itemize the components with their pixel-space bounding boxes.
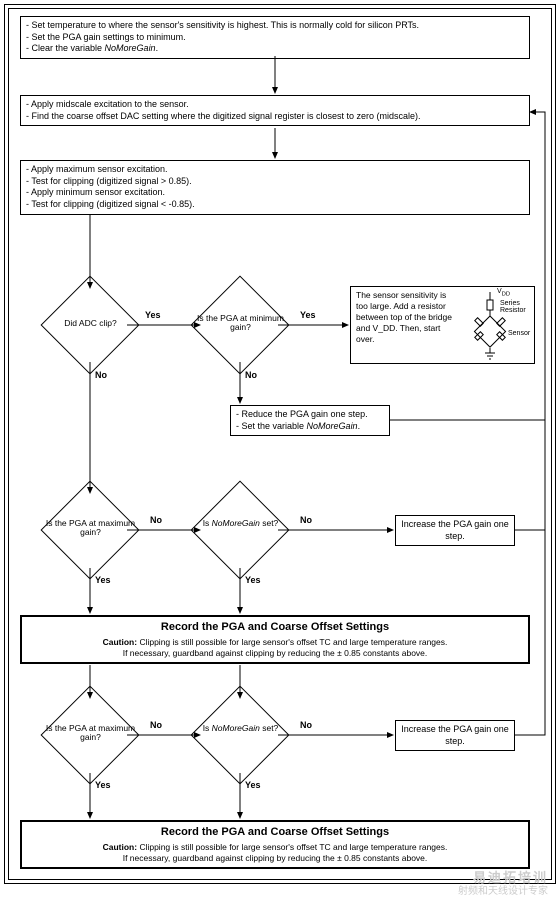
t: Is the PGA at minimum gain?: [193, 314, 288, 333]
vdd-label: VDD: [497, 288, 510, 297]
sensitivity-box: The sensor sensitivity is too large. Add…: [350, 286, 535, 364]
increase-gain-box: Increase the PGA gain one step.: [395, 515, 515, 546]
no: No: [150, 515, 162, 525]
t: - Test for clipping (digitized signal > …: [26, 176, 524, 188]
t: - Set the PGA gain settings to minimum.: [26, 32, 524, 44]
t: The sensor sensitivity is too large. Add…: [356, 290, 456, 345]
t: Is the PGA at maximum gain?: [43, 519, 138, 538]
t: 射频和天线设计专家: [458, 886, 548, 898]
init-box: - Set temperature to where the sensor's …: [20, 16, 530, 59]
record-box-2: Record the PGA and Coarse Offset Setting…: [20, 820, 530, 869]
no: No: [95, 370, 107, 380]
watermark: 易迪拓培训 射频和天线设计专家: [458, 870, 548, 898]
t: Is the PGA at maximum gain?: [43, 724, 138, 743]
t: Is NoMoreGain set?: [193, 519, 288, 528]
yes: Yes: [145, 310, 161, 320]
sensor-label: Sensor: [508, 330, 530, 337]
t: - Clear the variable NoMoreGain.: [26, 43, 524, 55]
no: No: [300, 720, 312, 730]
t: Is NoMoreGain set?: [193, 724, 288, 733]
t: - Set the variable NoMoreGain.: [236, 421, 384, 433]
t: - Apply maximum sensor excitation.: [26, 164, 524, 176]
t: - Test for clipping (digitized signal < …: [26, 199, 524, 211]
t: Caution: Clipping is still possible for …: [27, 842, 523, 853]
no: No: [300, 515, 312, 525]
t: If necessary, guardband against clipping…: [27, 853, 523, 864]
t: Did ADC clip?: [43, 319, 138, 328]
t: - Reduce the PGA gain one step.: [236, 409, 384, 421]
series-label: Series Resistor: [500, 300, 530, 314]
t: - Apply minimum sensor excitation.: [26, 187, 524, 199]
clip-test-box: - Apply maximum sensor excitation. - Tes…: [20, 160, 530, 215]
record-box-1: Record the PGA and Coarse Offset Setting…: [20, 615, 530, 664]
t: - Apply midscale excitation to the senso…: [26, 99, 524, 111]
t: Record the PGA and Coarse Offset Setting…: [27, 620, 523, 634]
yes: Yes: [300, 310, 316, 320]
yes: Yes: [245, 575, 261, 585]
midscale-box: - Apply midscale excitation to the senso…: [20, 95, 530, 126]
yes: Yes: [95, 575, 111, 585]
increase-gain-box-2: Increase the PGA gain one step.: [395, 720, 515, 751]
t: 易迪拓培训: [458, 870, 548, 886]
t: Record the PGA and Coarse Offset Setting…: [27, 825, 523, 839]
t: If necessary, guardband against clipping…: [27, 648, 523, 659]
t: - Set temperature to where the sensor's …: [26, 20, 524, 32]
yes: Yes: [245, 780, 261, 790]
no: No: [150, 720, 162, 730]
t: Caution: Clipping is still possible for …: [27, 637, 523, 648]
reduce-gain-box: - Reduce the PGA gain one step. - Set th…: [230, 405, 390, 436]
t: - Find the coarse offset DAC setting whe…: [26, 111, 524, 123]
yes: Yes: [95, 780, 111, 790]
no: No: [245, 370, 257, 380]
